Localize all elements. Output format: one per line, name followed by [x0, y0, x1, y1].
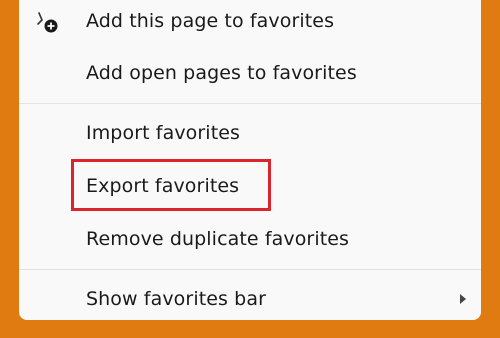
- menu-item-label: Show favorites bar: [86, 288, 266, 310]
- menu-item-label: Add this page to favorites: [86, 10, 335, 32]
- highlight-box: [71, 159, 271, 211]
- menu-separator: [19, 269, 481, 270]
- menu-item-import-favorites[interactable]: Import favorites: [19, 109, 481, 157]
- menu-item-show-favorites-bar[interactable]: Show favorites bar: [19, 275, 481, 320]
- menu-item-label: Import favorites: [86, 122, 241, 144]
- orange-frame: Add this page to favorites Add open page…: [0, 0, 500, 338]
- menu-item-label: Remove duplicate favorites: [86, 228, 350, 250]
- menu-item-add-this-page[interactable]: Add this page to favorites: [19, 0, 481, 48]
- favorites-menu: Add this page to favorites Add open page…: [19, 0, 481, 320]
- menu-item-add-open-pages[interactable]: Add open pages to favorites: [19, 49, 481, 97]
- chevron-right-icon: [460, 294, 466, 304]
- star-add-icon: [37, 12, 58, 33]
- menu-separator: [19, 103, 481, 104]
- menu-item-label: Add open pages to favorites: [86, 62, 357, 84]
- menu-item-remove-duplicates[interactable]: Remove duplicate favorites: [19, 215, 481, 263]
